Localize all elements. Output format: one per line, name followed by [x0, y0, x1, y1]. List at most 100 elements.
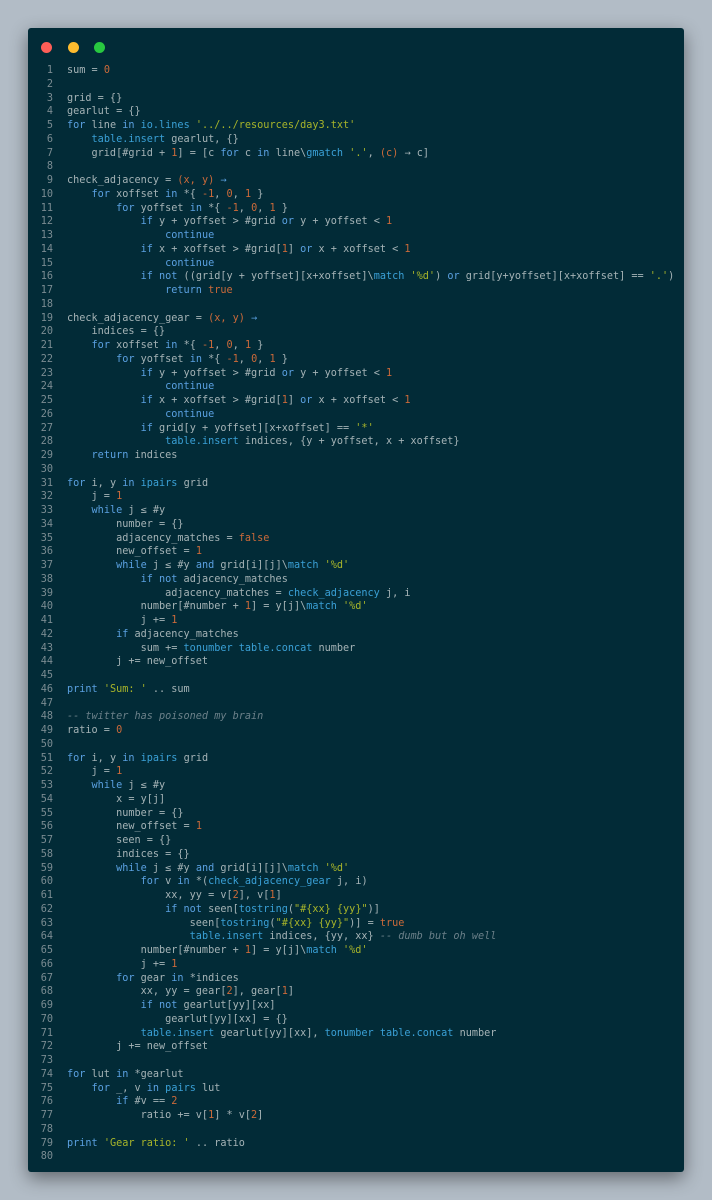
code-token: ], v[	[238, 890, 270, 901]
line-source: if x + xoffset > #grid[1] or x + xoffset…	[67, 395, 411, 406]
line-source: grid = {}	[67, 93, 122, 104]
code-line: 52 j = 1	[28, 765, 684, 779]
code-line: 74 for lut in *gearlut	[28, 1068, 684, 1082]
line-source: sum = 0	[67, 65, 110, 76]
code-line: 48 -- twitter has poisoned my brain	[28, 710, 684, 724]
line-number: 40	[40, 601, 53, 613]
code-line: 31 for i, y in ipairs grid	[28, 477, 684, 491]
code-token: gearlut = {}	[67, 106, 141, 118]
code-token: check_adjacency	[287, 587, 380, 599]
code-token: for	[91, 340, 110, 351]
line-source: if not adjacency_matches	[67, 574, 288, 585]
line-number: 19	[40, 312, 53, 324]
code-token: '.'	[349, 147, 368, 159]
code-token: in	[189, 202, 202, 214]
line-source: for xoffset in *{ -1, 0, 1 }	[67, 188, 264, 200]
line-source: gearlut = {}	[67, 106, 141, 117]
code-line: 41 j += 1	[28, 614, 684, 628]
code-line: 4 gearlut = {}	[28, 105, 684, 119]
line-number: 67	[40, 972, 53, 984]
line-source: for line in io.lines '../../resources/da…	[67, 120, 355, 131]
code-token: j +=	[67, 615, 172, 626]
code-token: table.insert	[189, 931, 264, 943]
line-number: 15	[40, 257, 53, 269]
code-token: y + yoffset > #grid	[152, 216, 282, 228]
code-token: }	[251, 340, 264, 351]
code-token: return	[91, 450, 129, 461]
code-token: or	[300, 243, 313, 255]
line-source: for v in *(check_adjacency_gear j, i)	[67, 876, 368, 887]
line-source: print 'Gear ratio: ' .. ratio	[67, 1138, 245, 1149]
line-number: 46	[40, 683, 53, 695]
code-line: 51 for i, y in ipairs grid	[28, 752, 684, 766]
code-token: ,	[232, 340, 245, 351]
code-token: or	[447, 271, 460, 283]
code-token: if not	[165, 903, 202, 915]
line-number: 47	[40, 697, 53, 709]
code-line: 60 for v in *(check_adjacency_gear j, i)	[28, 875, 684, 889]
line-number: 30	[40, 463, 53, 475]
code-token: ]	[287, 243, 301, 255]
code-token: in	[122, 752, 135, 764]
code-token: for	[116, 202, 135, 214]
code-token: if	[140, 422, 153, 434]
code-token: if	[116, 628, 129, 640]
line-number: 65	[40, 945, 53, 956]
code-token: gear	[134, 972, 172, 984]
code-line: 58 indices = {}	[28, 848, 684, 862]
code-token: ,	[367, 147, 380, 159]
code-token: x + xoffset > #grid[	[152, 395, 282, 406]
code-line: 19 check_adjacency_gear = (x, y) →	[28, 312, 684, 326]
code-token: for	[67, 120, 86, 131]
code-token: indices, {yy, xx}	[263, 931, 380, 943]
line-number: 56	[40, 821, 53, 833]
code-token: j, i	[379, 587, 411, 599]
code-token: table.concat	[232, 642, 313, 654]
close-button[interactable]	[41, 42, 52, 53]
line-number: 69	[40, 1000, 53, 1011]
code-token: table.concat	[373, 1027, 454, 1039]
code-token: .. ratio	[189, 1137, 245, 1149]
line-source: while j ≤ #y and grid[i][j]\match '%d'	[67, 560, 349, 571]
line-source: return indices	[67, 450, 178, 461]
line-source: check_adjacency = (x, y) →	[67, 175, 227, 186]
code-token: number	[453, 1027, 497, 1039]
code-line: 54 x = y[j]	[28, 793, 684, 807]
code-line: 18	[28, 298, 684, 312]
code-line: 20 indices = {}	[28, 325, 684, 339]
code-token: grid[y + yoffset][x+xoffset] ==	[152, 422, 356, 434]
line-number: 3	[46, 92, 53, 104]
code-token: indices, {y + yoffset, x + xoffset}	[238, 436, 460, 448]
code-line: 75 for _, v in pairs lut	[28, 1082, 684, 1096]
code-token: "#{xx} {yy}"	[293, 903, 368, 915]
line-number: 61	[40, 890, 53, 901]
line-number: 77	[40, 1110, 53, 1121]
minimize-button[interactable]	[67, 42, 79, 53]
code-line: 16 if not ((grid[y + yoffset][x+xoffset]…	[28, 270, 684, 284]
code-token: ipairs	[134, 477, 178, 489]
line-source: for xoffset in *{ -1, 0, 1 }	[67, 340, 264, 351]
maximize-button[interactable]	[94, 42, 106, 53]
code-token: in	[165, 188, 178, 200]
code-token: xoffset	[109, 340, 166, 351]
line-source: new_offset = 1	[67, 546, 202, 557]
code-token: check_adjacency_gear	[208, 876, 331, 888]
code-token: 1	[171, 958, 178, 970]
line-source: j += new_offset	[67, 1041, 208, 1052]
code-token: for	[116, 353, 135, 365]
code-token: ]	[287, 986, 294, 998]
code-line: 10 for xoffset in *{ -1, 0, 1 }	[28, 188, 684, 202]
code-token: indices = {}	[67, 326, 166, 338]
code-line: 6 table.insert gearlut, {}	[28, 133, 684, 147]
code-token: grid	[177, 752, 209, 764]
line-number: 17	[40, 285, 53, 296]
code-line: 9 check_adjacency = (x, y) →	[28, 174, 684, 188]
line-source: if not ((grid[y + yoffset][x+xoffset]\ma…	[67, 271, 675, 283]
code-token: tonumber	[324, 1027, 374, 1039]
window-controls	[41, 42, 111, 54]
code-token: lut	[195, 1082, 221, 1094]
code-token: i, y	[85, 477, 123, 489]
code-token: gearlut[yy][xx] = {}	[67, 1013, 288, 1025]
